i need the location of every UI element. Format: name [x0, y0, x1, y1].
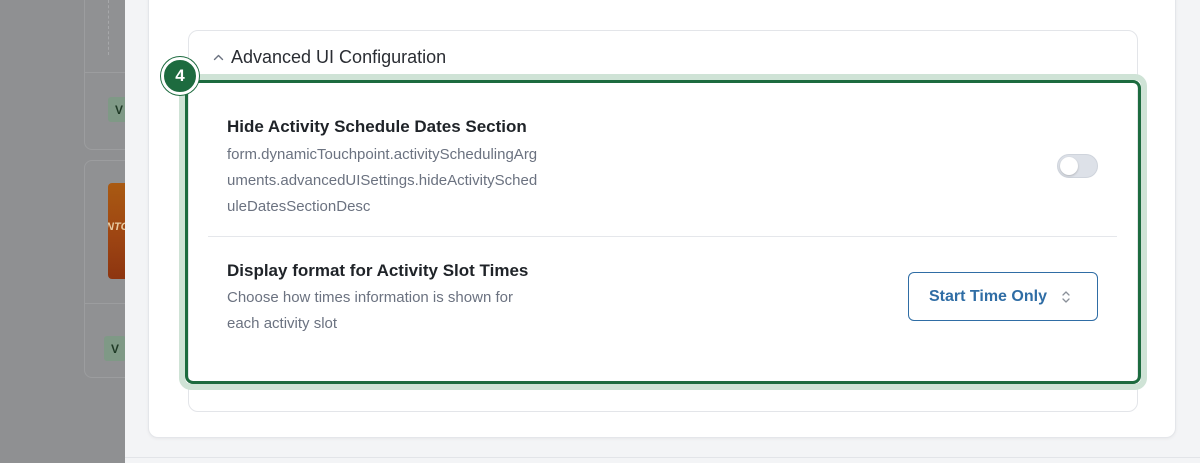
background-dashed-line: [108, 0, 109, 55]
background-thumbnail: NTC: [108, 183, 125, 279]
description-line: form.dynamicTouchpoint.activitySchedulin…: [227, 146, 538, 163]
description-line: uleDatesSectionDesc: [227, 198, 371, 215]
chevron-up-icon[interactable]: [212, 51, 225, 64]
background-card: [84, 0, 125, 150]
background-page: V NTC V: [0, 0, 125, 463]
background-tag: V: [104, 336, 125, 361]
section-header[interactable]: Advanced UI Configuration: [212, 47, 446, 68]
setting-title-hide-dates: Hide Activity Schedule Dates Section: [227, 117, 527, 136]
settings-divider: [208, 236, 1117, 237]
setting-description-slot-format: Choose how times information is shown fo…: [227, 285, 572, 337]
drawer-footer-divider: [125, 457, 1200, 458]
toggle-knob: [1060, 157, 1078, 175]
description-line: each activity slot: [227, 315, 338, 332]
background-divider: [84, 72, 125, 73]
hide-dates-toggle[interactable]: [1057, 154, 1098, 178]
description-line: Choose how times information is shown fo…: [227, 289, 513, 306]
section-title: Advanced UI Configuration: [231, 47, 447, 67]
setting-description-hide-dates: form.dynamicTouchpoint.activitySchedulin…: [227, 142, 607, 220]
select-value: Start Time Only: [929, 287, 1047, 305]
description-line: uments.advancedUISettings.hideActivitySc…: [227, 172, 538, 189]
background-divider: [84, 303, 125, 304]
setting-title-slot-format: Display format for Activity Slot Times: [227, 261, 529, 280]
slot-time-format-select[interactable]: Start Time Only: [908, 272, 1098, 321]
chevron-up-down-icon: [1060, 289, 1072, 305]
step-badge: 4: [161, 57, 199, 95]
background-tag: V: [108, 97, 125, 122]
